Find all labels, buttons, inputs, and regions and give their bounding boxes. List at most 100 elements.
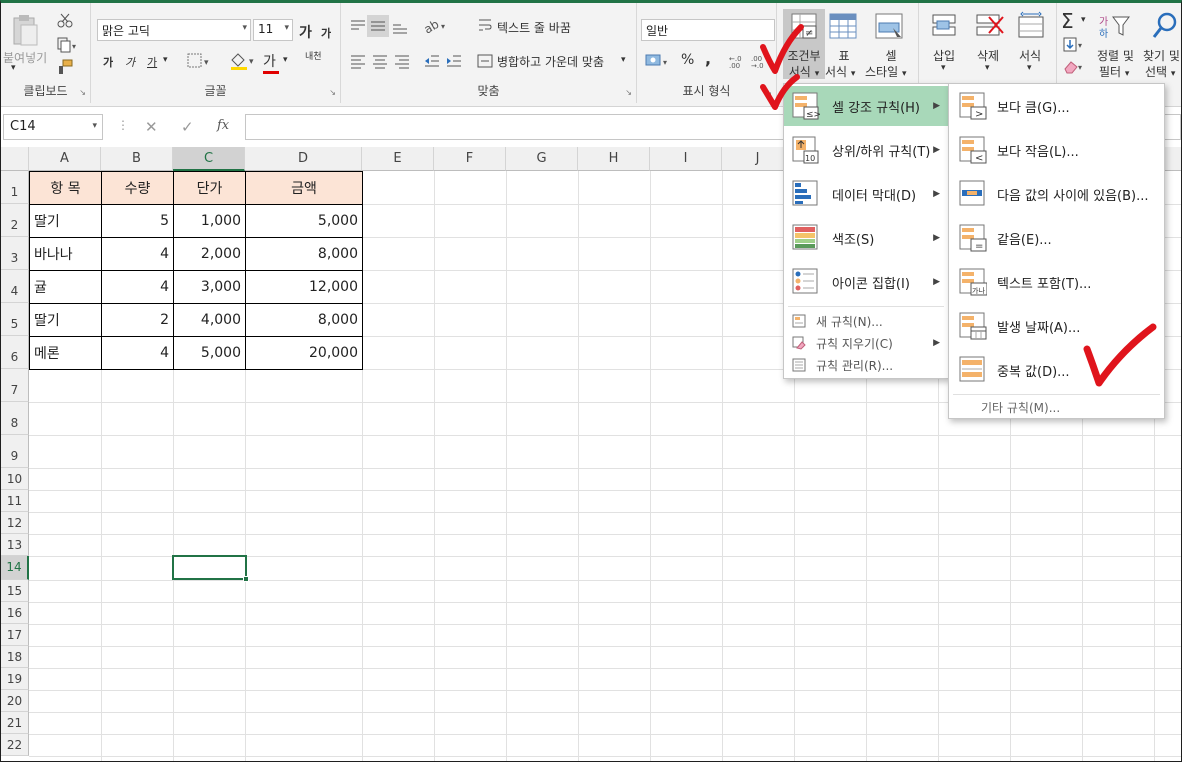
cell-styles-label-2[interactable]: 스타일 ▾ (865, 63, 906, 80)
fill-color-icon[interactable]: ▾ (229, 51, 257, 74)
fill-handle[interactable] (243, 576, 249, 582)
table-header-price[interactable]: 단가 (173, 171, 246, 205)
table-cell[interactable]: 8,000 (245, 303, 363, 337)
decrease-indent-icon[interactable] (423, 53, 441, 72)
increase-indent-icon[interactable] (445, 53, 463, 72)
paste-icon[interactable] (11, 13, 39, 47)
table-cell[interactable]: 4 (101, 237, 174, 271)
sort-filter-label-2[interactable]: 필터 ▾ (1099, 63, 1129, 80)
font-size-select[interactable]: 11 ▾ (253, 19, 293, 41)
row-header-14[interactable]: 14 (1, 556, 29, 580)
cell-styles-icon[interactable] (875, 13, 905, 41)
insert-function-button[interactable]: fx (217, 118, 229, 133)
table-cell[interactable]: 4 (101, 336, 174, 370)
table-header-amount[interactable]: 금액 (245, 171, 363, 205)
formula-bar-more-icon[interactable]: ⋮ (117, 118, 129, 132)
row-header-6[interactable]: 6 (1, 336, 29, 369)
accounting-format-icon[interactable]: ▾ (645, 53, 673, 72)
table-cell[interactable]: 3,000 (173, 270, 246, 304)
wrap-text-button[interactable]: 텍스트 줄 바꿈 (497, 19, 571, 36)
table-cell[interactable]: 2 (101, 303, 174, 337)
underline-dropdown[interactable]: ▾ (163, 55, 168, 65)
align-center-icon[interactable] (371, 53, 389, 72)
cancel-icon[interactable]: ✕ (145, 118, 158, 136)
cell-styles-label-1[interactable]: 셀 (881, 47, 901, 64)
clipboard-launcher-icon[interactable]: ↘ (79, 88, 86, 97)
row-header-7[interactable]: 7 (1, 369, 29, 402)
column-header-g[interactable]: G (506, 147, 578, 171)
delete-dropdown[interactable]: ▾ (985, 63, 990, 73)
submenu-item-less-than[interactable]: < 보다 작음(L)... (949, 128, 1164, 172)
submenu-item-between[interactable]: 다음 값의 사이에 있음(B)... (949, 172, 1164, 216)
font-color-dropdown[interactable]: ▾ (283, 55, 288, 65)
row-header-16[interactable]: 16 (1, 602, 29, 624)
column-header-b[interactable]: B (101, 147, 173, 171)
copy-icon[interactable]: ▾ (57, 37, 79, 56)
table-cell[interactable]: 8,000 (245, 237, 363, 271)
row-header-15[interactable]: 15 (1, 580, 29, 602)
row-header-22[interactable]: 22 (1, 734, 29, 756)
row-header-1[interactable]: 1 (1, 171, 29, 204)
paste-button-label[interactable]: 붙여넣기 (3, 49, 47, 66)
italic-button[interactable]: 가 (125, 54, 135, 70)
row-header-21[interactable]: 21 (1, 712, 29, 734)
format-as-table-label-2[interactable]: 서식 ▾ (825, 63, 855, 80)
table-cell[interactable]: 4,000 (173, 303, 246, 337)
paste-dropdown[interactable]: ▾ (11, 63, 16, 73)
column-header-e[interactable]: E (362, 147, 434, 171)
menu-item-color-scales[interactable]: 색조(S) ▶ (784, 218, 948, 258)
submenu-item-text-contains[interactable]: 가나 텍스트 포함(T)... (949, 260, 1164, 304)
align-top-icon[interactable] (349, 17, 367, 38)
table-cell[interactable]: 딸기 (29, 204, 102, 238)
insert-label[interactable]: 삽입 (933, 47, 955, 64)
menu-item-data-bars[interactable]: 데이터 막대(D) ▶ (784, 174, 948, 214)
row-header-9[interactable]: 9 (1, 435, 29, 468)
menu-item-manage-rules[interactable]: 규칙 관리(R)... (784, 354, 948, 376)
number-format-select[interactable]: 일반 (641, 19, 775, 41)
merge-center-button[interactable]: 병합하고 가운데 맞춤 (497, 53, 604, 70)
format-painter-icon[interactable] (57, 59, 73, 78)
row-header-20[interactable]: 20 (1, 690, 29, 712)
column-header-h[interactable]: H (578, 147, 650, 171)
table-cell[interactable]: 20,000 (245, 336, 363, 370)
fill-icon[interactable]: ▾ (1063, 37, 1087, 53)
menu-item-top-bottom-rules[interactable]: 10 상위/하위 규칙(T) ▶ (784, 130, 948, 170)
merge-dropdown[interactable]: ▾ (621, 55, 626, 65)
border-icon[interactable]: ▾ (187, 53, 213, 72)
table-header-qty[interactable]: 수량 (101, 171, 174, 205)
align-middle-icon[interactable] (367, 15, 389, 37)
orientation-icon[interactable]: ab ▾ (421, 17, 451, 38)
menu-item-highlight-rules[interactable]: ≤> 셀 강조 규칙(H) ▶ (784, 86, 948, 126)
row-header-19[interactable]: 19 (1, 668, 29, 690)
table-header-item[interactable]: 항 목 (29, 171, 102, 205)
shrink-font-button[interactable]: 가 (321, 25, 331, 41)
format-as-table-label-1[interactable]: 표 (831, 47, 857, 64)
comma-button[interactable]: , (705, 49, 711, 68)
row-header-5[interactable]: 5 (1, 303, 29, 336)
phonetic-button[interactable]: 내천 (305, 52, 322, 62)
increase-decimal-icon[interactable]: ←.0.00 (729, 53, 747, 72)
submenu-item-more-rules[interactable]: 기타 규칙(M)... (949, 396, 1164, 418)
format-label[interactable]: 서식 (1019, 47, 1041, 64)
delete-cells-icon[interactable] (975, 13, 1005, 41)
autosum-dropdown[interactable]: ▾ (1081, 15, 1086, 25)
delete-label[interactable]: 삭제 (977, 47, 999, 64)
table-cell[interactable]: 4 (101, 270, 174, 304)
insert-cells-icon[interactable] (931, 13, 959, 41)
percent-button[interactable]: % (681, 52, 694, 68)
table-cell[interactable]: 5 (101, 204, 174, 238)
row-header-2[interactable]: 2 (1, 204, 29, 237)
find-select-icon[interactable] (1151, 11, 1179, 41)
table-cell[interactable]: 12,000 (245, 270, 363, 304)
menu-item-new-rule[interactable]: 새 규칙(N)... (784, 310, 948, 332)
sort-filter-icon[interactable]: 가하 (1099, 13, 1131, 41)
submenu-item-equal-to[interactable]: = 같음(E)... (949, 216, 1164, 260)
font-launcher-icon[interactable]: ↘ (329, 88, 336, 97)
wrap-text-icon[interactable] (477, 17, 493, 36)
row-header-12[interactable]: 12 (1, 512, 29, 534)
table-cell[interactable]: 5,000 (245, 204, 363, 238)
find-select-label-1[interactable]: 찾기 및 (1143, 47, 1180, 64)
table-cell[interactable]: 1,000 (173, 204, 246, 238)
column-header-c[interactable]: C (173, 147, 245, 171)
table-cell[interactable]: 2,000 (173, 237, 246, 271)
